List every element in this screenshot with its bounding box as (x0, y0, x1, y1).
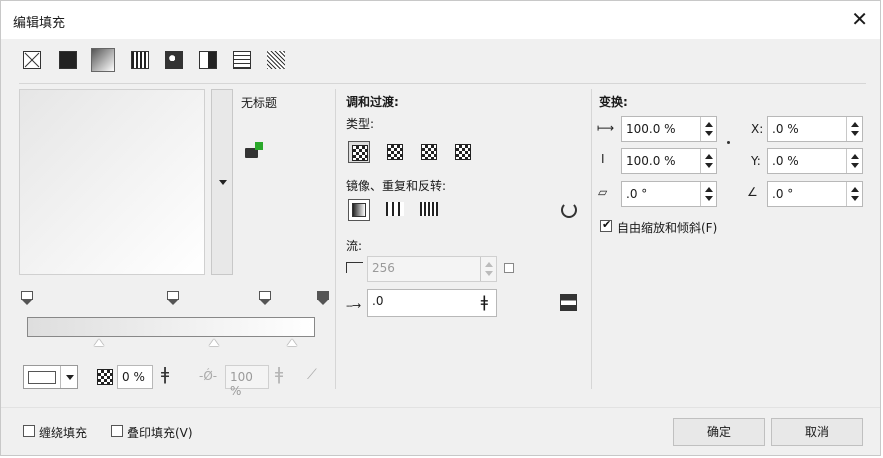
mirror-label: 镜像、重复和反转: (346, 179, 447, 193)
color-dropdown[interactable] (60, 366, 78, 388)
steps-spinner[interactable] (480, 257, 496, 281)
acceleration-value: .0 (372, 294, 384, 308)
y-spinner[interactable] (846, 149, 862, 173)
x-value: .0 % (772, 122, 799, 136)
default-fill-button[interactable] (348, 199, 370, 221)
fill-preview (19, 89, 205, 275)
height-spinner[interactable] (700, 149, 716, 173)
blend-heading: 调和过渡: (346, 95, 399, 109)
direction-line-icon[interactable]: ⟋ (307, 367, 317, 383)
midpoint-handle[interactable] (209, 339, 219, 346)
close-icon[interactable]: ✕ (851, 7, 868, 31)
flow-label: 流: (346, 239, 363, 253)
color-node[interactable] (167, 291, 179, 305)
acceleration-input[interactable]: .0 ǂ (367, 289, 497, 317)
free-scale-checkbox[interactable] (600, 218, 612, 232)
node-position-value: 100 % (230, 370, 253, 398)
node-transparency-input[interactable]: 0 % (117, 365, 153, 389)
free-scale-label[interactable]: 自由缩放和倾斜(F) (617, 219, 717, 236)
color-swatch (28, 371, 56, 384)
chevron-down-icon (66, 375, 74, 380)
bitmap-pattern-icon[interactable] (165, 51, 183, 69)
x-spinner[interactable] (846, 117, 862, 141)
acceleration-icon: --→ (346, 299, 361, 312)
steps-icon (346, 259, 363, 273)
chevron-down-icon (219, 180, 227, 185)
x-label: X: (751, 122, 764, 136)
x-input[interactable]: .0 % (767, 116, 863, 142)
cancel-button[interactable]: 取消 (771, 418, 863, 446)
divider-right (591, 89, 592, 389)
width-icon: ⟼ (597, 121, 615, 135)
edit-fill-dialog: 编辑填充 ✕ 无标题 0 % ǂ -Ǿ- 100 % ǂ ⟋ 调和过渡: 类型:… (0, 0, 881, 456)
rotate-input[interactable]: .0 ° (767, 181, 863, 207)
rotate-icon: ∠ (747, 185, 758, 199)
two-color-pattern-icon[interactable] (199, 51, 217, 69)
divider-left (335, 89, 336, 389)
color-node-selected[interactable] (317, 291, 329, 305)
color-node[interactable] (21, 291, 33, 305)
blend-type-label: 类型: (346, 117, 375, 131)
width-spinner[interactable] (700, 117, 716, 141)
conical-fountain-button[interactable] (418, 141, 440, 163)
vector-pattern-icon[interactable] (131, 51, 149, 69)
y-value: .0 % (772, 154, 799, 168)
ok-button[interactable]: 确定 (673, 418, 765, 446)
reflect-fill-button[interactable] (384, 199, 406, 221)
height-value: 100.0 % (626, 154, 676, 168)
node-color-picker[interactable] (23, 365, 78, 389)
transparency-slider-icon[interactable]: ǂ (157, 365, 173, 387)
gradient-editor (19, 291, 337, 351)
color-node[interactable] (259, 291, 271, 305)
preset-dropdown[interactable] (211, 89, 233, 275)
skew-icon: ⏥ (598, 185, 608, 199)
title-bar: 编辑填充 ✕ (1, 1, 880, 39)
height-input[interactable]: 100.0 % (621, 148, 717, 174)
transform-heading: 变换: (599, 95, 628, 109)
height-icon: Ⅰ (601, 152, 605, 166)
smooth-blend-icon[interactable] (560, 294, 577, 311)
node-position-icon: -Ǿ- (199, 369, 218, 383)
dialog-footer: 缠绕填充 叠印填充(V) 确定 取消 (1, 407, 880, 455)
rotate-value: .0 ° (772, 187, 794, 201)
y-input[interactable]: .0 % (767, 148, 863, 174)
repeat-fill-button[interactable] (418, 199, 440, 221)
acceleration-slider-icon[interactable]: ǂ (481, 292, 488, 311)
uniform-fill-icon[interactable] (59, 51, 77, 69)
midpoint-handle[interactable] (287, 339, 297, 346)
steps-value: 256 (372, 261, 395, 275)
wrap-fill-label[interactable]: 缠绕填充 (39, 424, 87, 441)
steps-input[interactable]: 256 (367, 256, 497, 282)
skew-input[interactable]: .0 ° (621, 181, 717, 207)
elliptical-fountain-button[interactable] (384, 141, 406, 163)
width-input[interactable]: 100.0 % (621, 116, 717, 142)
midpoint-handle[interactable] (94, 339, 104, 346)
postscript-fill-icon[interactable] (267, 51, 285, 69)
node-position-input[interactable]: 100 % (225, 365, 269, 398)
node-transparency-value: 0 % (122, 370, 145, 384)
toolbar-divider (19, 83, 866, 84)
no-fill-icon[interactable] (23, 51, 41, 69)
overprint-label[interactable]: 叠印填充(V) (127, 424, 193, 441)
transparency-icon (97, 369, 113, 385)
linear-fountain-button[interactable] (348, 141, 370, 163)
dialog-title: 编辑填充 (13, 16, 66, 31)
reverse-icon[interactable] (561, 202, 577, 218)
link-dot-icon (727, 141, 730, 144)
skew-spinner[interactable] (700, 182, 716, 206)
y-label: Y: (751, 154, 761, 168)
preset-name: 无标题 (241, 96, 278, 110)
save-preset-icon[interactable] (245, 142, 263, 158)
gradient-bar[interactable] (27, 317, 315, 337)
steps-lock-icon[interactable] (504, 263, 514, 273)
skew-value: .0 ° (626, 187, 648, 201)
texture-fill-icon[interactable] (233, 51, 251, 69)
rectangular-fountain-button[interactable] (452, 141, 474, 163)
fountain-fill-icon[interactable] (91, 48, 115, 72)
position-slider-icon[interactable]: ǂ (271, 365, 287, 387)
rotate-spinner[interactable] (846, 182, 862, 206)
width-value: 100.0 % (626, 122, 676, 136)
overprint-checkbox[interactable] (111, 425, 123, 437)
wrap-fill-checkbox[interactable] (23, 425, 35, 437)
